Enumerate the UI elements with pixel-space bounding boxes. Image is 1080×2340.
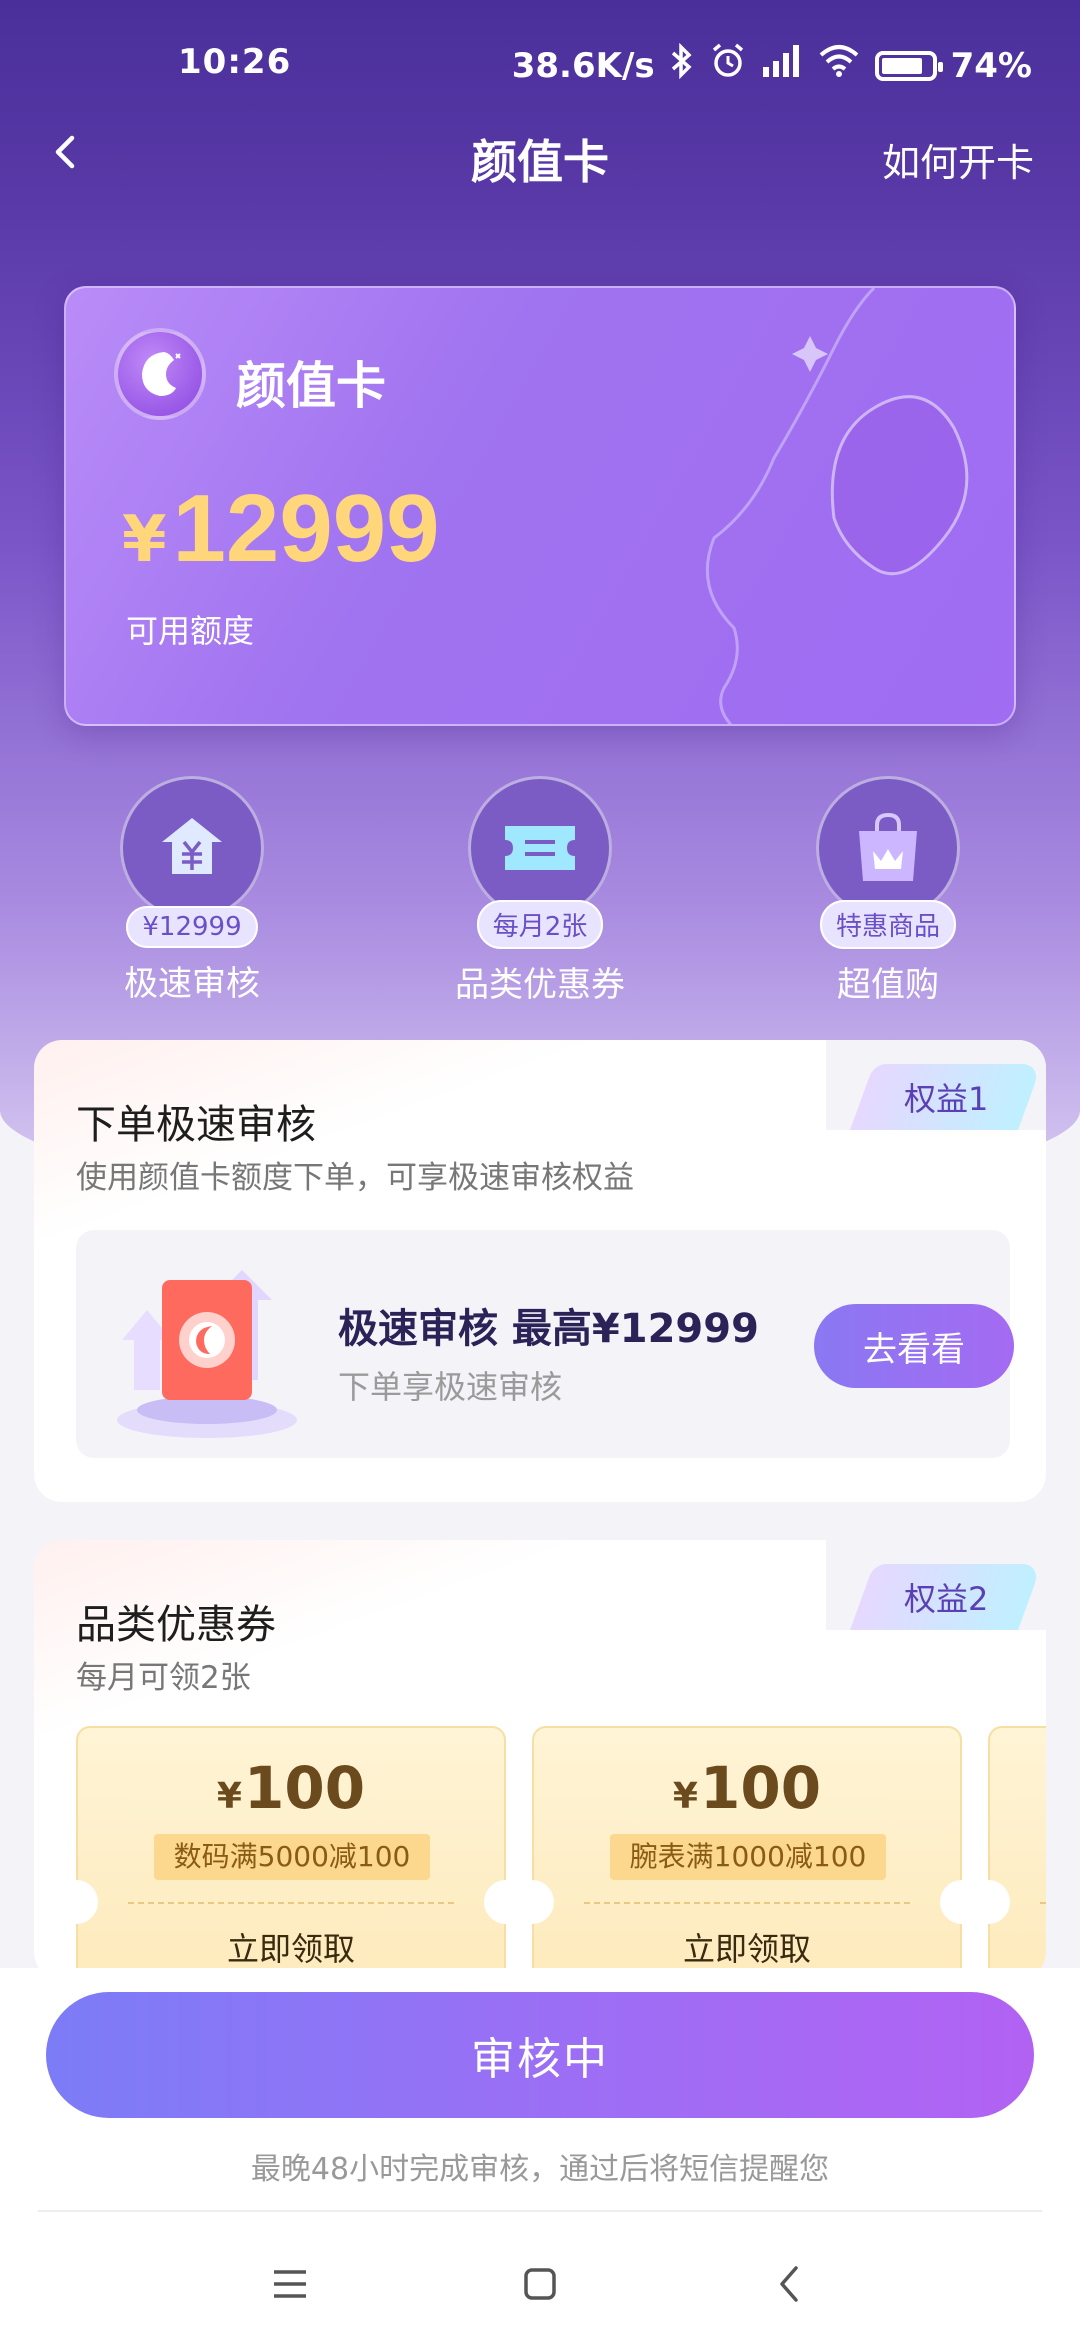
- beauty-card-logo: [114, 328, 206, 420]
- menu-icon: [274, 2270, 306, 2298]
- home-button[interactable]: [510, 2254, 570, 2314]
- coupon-value: 100: [699, 1754, 822, 1822]
- feature-fast-review[interactable]: ¥12999 极速审核: [52, 776, 332, 1005]
- coupon-amount: ¥100: [78, 1754, 504, 1822]
- divider: [38, 2210, 1042, 2212]
- face-profile-decoration: [705, 288, 969, 724]
- benefit-tag: 权益2: [850, 1564, 1043, 1630]
- benefit-card-category-coupon: 权益2 品类优惠券 每月可领2张 ¥100 数码满5000减100 立即领取 ¥…: [34, 1540, 1046, 1980]
- feature-label: 极速审核: [124, 964, 260, 1004]
- coupon-amount: ¥100: [534, 1754, 960, 1822]
- amount-value: 12999: [172, 475, 440, 582]
- coupon-condition: 腕表满1000减100: [610, 1834, 886, 1880]
- feature-badge: 特惠商品: [819, 900, 956, 949]
- under-review-button[interactable]: 审核中: [46, 1992, 1034, 2118]
- benefit-subtitle: 每月可领2张: [76, 1660, 251, 1696]
- wifi-icon: [817, 43, 861, 88]
- available-amount-label: 可用额度: [126, 612, 255, 650]
- feature-icon-circle: [468, 776, 612, 920]
- benefit-subtitle: 使用颜值卡额度下单，可享极速审核权益: [76, 1160, 634, 1196]
- beauty-card: 颜值卡 ¥ 12999 可用额度: [64, 286, 1016, 726]
- system-back-button[interactable]: [760, 2254, 820, 2314]
- coupon-divider: [128, 1902, 454, 1904]
- menu-button[interactable]: [260, 2254, 320, 2314]
- coupon-value: 100: [243, 1754, 366, 1822]
- card-title: 颜值卡: [236, 357, 386, 415]
- coupon-notch: [966, 1880, 1010, 1924]
- status-bar: 10:26 38.6K/s 74%: [0, 30, 1080, 100]
- go-see-button[interactable]: 去看看: [814, 1304, 1014, 1388]
- coupon-currency: ¥: [216, 1776, 242, 1817]
- benefit-tag: 权益1: [850, 1064, 1043, 1130]
- coupon-card: ¥100 数码满5000减100 立即领取: [76, 1726, 528, 1980]
- house-money-icon: [162, 818, 222, 874]
- network-speed: 38.6K/s: [511, 45, 655, 86]
- claim-coupon-button[interactable]: 立即领取: [78, 1924, 504, 1970]
- home-square-icon: [524, 2268, 556, 2300]
- coupon-condition: 数码满5000减100: [154, 1834, 430, 1880]
- back-arrow-icon: [780, 2266, 798, 2302]
- feature-list: ¥12999 极速审核 每月2张 品类优惠券 特惠商品 超值购: [0, 776, 1080, 1005]
- review-notice: 最晚48小时完成审核，通过后将短信提醒您: [250, 2152, 830, 2187]
- benefit-card-fast-review: 权益1 下单极速审核 使用颜值卡额度下单，可享极速审核权益 极速审核 最高¥12…: [34, 1040, 1046, 1502]
- feature-label: 超值购: [837, 965, 939, 1005]
- benefit-tag-label: 权益2: [903, 1580, 989, 1618]
- feature-icon-circle: [816, 776, 960, 920]
- coupon-notch: [510, 1880, 554, 1924]
- coupon-card-partial: [966, 1726, 1046, 1980]
- coupon-divider: [584, 1902, 910, 1904]
- feature-badge: 每月2张: [476, 900, 604, 949]
- nav-bar: 颜值卡 如何开卡: [0, 112, 1080, 196]
- feature-badge: ¥12999: [126, 906, 258, 948]
- feature-label: 品类优惠券: [455, 965, 625, 1005]
- feature-category-coupon[interactable]: 每月2张 品类优惠券: [400, 776, 680, 1006]
- status-time: 10:26: [178, 42, 292, 82]
- status-indicators: 38.6K/s 74%: [512, 42, 1032, 89]
- coupon-divider: [1040, 1902, 1046, 1904]
- available-amount: ¥ 12999: [122, 474, 439, 584]
- how-to-open-link[interactable]: 如何开卡: [882, 132, 1034, 187]
- system-navigation-bar: [0, 2230, 1080, 2330]
- alarm-icon: [709, 42, 747, 89]
- signal-icon: [761, 43, 803, 88]
- bluetooth-icon: [669, 42, 695, 88]
- shopping-bag-icon: [859, 812, 917, 881]
- benefit-tag-label: 权益1: [903, 1080, 989, 1118]
- fast-review-subtitle: 下单享极速审核: [338, 1368, 563, 1406]
- coupon-ticket-icon: [505, 826, 575, 870]
- benefit-title: 品类优惠券: [76, 1602, 276, 1648]
- claim-coupon-button[interactable]: 立即领取: [534, 1924, 960, 1970]
- fast-review-title: 极速审核 最高¥12999: [338, 1306, 759, 1352]
- bottom-action-panel: 审核中 最晚48小时完成审核，通过后将短信提醒您: [0, 1968, 1080, 2340]
- coupon-card: ¥100 腕表满1000减100 立即领取: [510, 1726, 984, 1980]
- benefit-title: 下单极速审核: [76, 1102, 316, 1148]
- coupon-notch: [76, 1880, 98, 1924]
- battery-level: 74%: [950, 45, 1032, 86]
- feature-value-shopping[interactable]: 特惠商品 超值购: [748, 776, 1028, 1006]
- fast-review-illustration-icon: [117, 1270, 297, 1438]
- coupon-currency: ¥: [672, 1776, 698, 1817]
- battery-icon: [874, 50, 943, 81]
- currency-symbol: ¥: [122, 503, 167, 577]
- feature-icon-circle: [120, 776, 264, 920]
- fast-review-box: 极速审核 最高¥12999 下单享极速审核 去看看: [76, 1230, 1014, 1458]
- coupon-list[interactable]: ¥100 数码满5000减100 立即领取 ¥100 腕表满1000减100 立…: [76, 1726, 1046, 1980]
